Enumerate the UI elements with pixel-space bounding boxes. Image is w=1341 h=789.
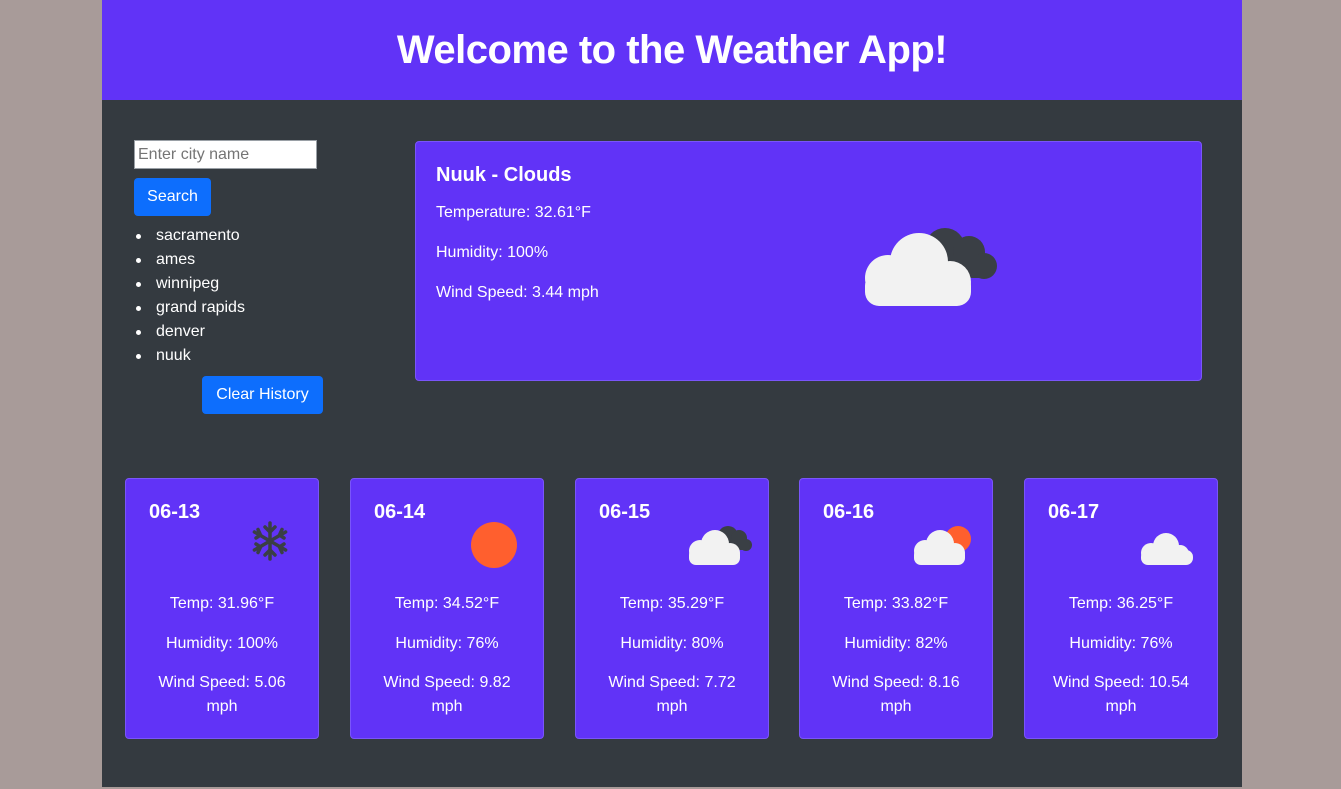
forecast-date: 06-16 [823, 501, 875, 523]
forecast-wind: Wind Speed: 5.06 mph [158, 674, 286, 715]
clear-history-button[interactable]: Clear History [202, 376, 323, 414]
forecast-wind: Wind Speed: 8.16 mph [832, 674, 960, 715]
current-humidity: Humidity: 100% [436, 244, 549, 261]
forecast-temp: Temp: 35.29°F [619, 595, 725, 612]
cloud-icon [1137, 519, 1199, 574]
forecast-date: 06-15 [599, 501, 651, 523]
forecast-humidity: Humidity: 82% [844, 635, 948, 652]
search-button[interactable]: Search [134, 178, 211, 216]
history-item[interactable]: winnipeg [134, 272, 245, 296]
forecast-temp: Temp: 34.52°F [394, 595, 500, 612]
forecast-date: 06-14 [374, 501, 426, 523]
forecast-card: 06-16 Temp: 33.82°F Humidity: 82% Wind S… [799, 478, 993, 739]
forecast-card: 06-17 Temp: 36.25°F Humidity: 76% Wind S… [1024, 478, 1218, 739]
forecast-humidity: Humidity: 76% [1069, 635, 1173, 652]
forecast-date: 06-13 [149, 501, 201, 523]
app-header: Welcome to the Weather App! [102, 0, 1242, 100]
forecast-date: 06-17 [1048, 501, 1100, 523]
current-weather-card: Nuuk - Clouds Temperature: 32.61°F Humid… [415, 141, 1202, 381]
current-wind-speed: Wind Speed: 3.44 mph [436, 284, 599, 301]
forecast-card: 06-15 Temp: 35.29°F Humidity: 80% Wind S [575, 478, 769, 739]
history-item[interactable]: sacramento [134, 224, 245, 248]
forecast-humidity: Humidity: 76% [395, 635, 499, 652]
forecast-temp: Temp: 33.82°F [843, 595, 949, 612]
partly-cloudy-icon [909, 519, 979, 574]
forecast-temp: Temp: 31.96°F [169, 595, 275, 612]
forecast-temp: Temp: 36.25°F [1068, 595, 1174, 612]
forecast-humidity: Humidity: 100% [165, 635, 279, 652]
forecast-wind: Wind Speed: 7.72 mph [608, 674, 736, 715]
forecast-humidity: Humidity: 80% [620, 635, 724, 652]
history-item[interactable]: nuuk [134, 344, 245, 368]
history-item[interactable]: denver [134, 320, 245, 344]
forecast-wind: Wind Speed: 10.54 mph [1052, 674, 1190, 715]
forecast-card: 06-13 Temp: 31.96°F Humidity: 100% Wind … [125, 478, 319, 739]
broken-clouds-icon [853, 212, 1003, 317]
search-history-list: sacramento ames winnipeg grand rapids de… [134, 224, 245, 368]
city-search-input[interactable] [134, 140, 317, 169]
history-item[interactable]: grand rapids [134, 296, 245, 320]
page-title: Welcome to the Weather App! [396, 27, 948, 72]
history-item[interactable]: ames [134, 248, 245, 272]
forecast-wind: Wind Speed: 9.82 mph [383, 674, 511, 715]
broken-clouds-icon [684, 519, 754, 574]
current-temperature: Temperature: 32.61°F [436, 204, 591, 221]
app-container: Welcome to the Weather App! Search sacra… [102, 0, 1242, 787]
current-city-heading: Nuuk - Clouds [436, 164, 572, 186]
forecast-card: 06-14 Temp: 34.52°F Humidity: 76% Wind S… [350, 478, 544, 739]
sun-icon [468, 519, 520, 576]
snowflake-icon [248, 519, 292, 568]
